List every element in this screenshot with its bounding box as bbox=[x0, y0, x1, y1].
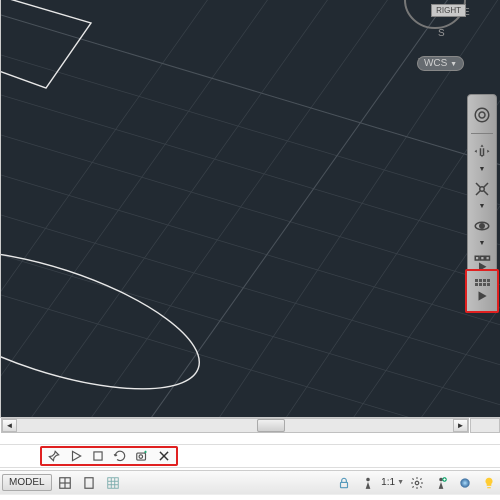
nav-wheel-button[interactable] bbox=[469, 100, 495, 130]
show-motion-play-button[interactable] bbox=[465, 269, 499, 313]
navigation-bar: ▼ ▼ ▼ bbox=[467, 94, 497, 284]
visual-styles-button[interactable] bbox=[454, 474, 476, 492]
wcs-badge[interactable]: WCS ▼ bbox=[417, 56, 464, 71]
scroll-thumb[interactable] bbox=[257, 419, 285, 432]
close-button[interactable] bbox=[156, 448, 172, 464]
horizontal-scrollbar[interactable]: ◄ ► bbox=[1, 418, 469, 433]
new-shot-button[interactable] bbox=[134, 448, 150, 464]
layout-page-button[interactable] bbox=[78, 474, 100, 492]
annotate-gear-button[interactable] bbox=[406, 474, 428, 492]
annotate-add-button[interactable] bbox=[430, 474, 452, 492]
grid-display-button[interactable] bbox=[102, 474, 124, 492]
pan-button[interactable] bbox=[469, 137, 495, 167]
scale-ratio-label[interactable]: 1:1 bbox=[381, 477, 395, 488]
annotate-scale-button[interactable] bbox=[357, 474, 379, 492]
status-bar: MODEL 1:1 ▼ bbox=[0, 470, 500, 494]
zoom-extents-button[interactable] bbox=[469, 174, 495, 204]
scrollbar-corner bbox=[470, 418, 500, 433]
constraints-button[interactable] bbox=[333, 474, 355, 492]
loop-button[interactable] bbox=[112, 448, 128, 464]
stop-button[interactable] bbox=[90, 448, 106, 464]
model-space-button[interactable]: MODEL bbox=[2, 474, 52, 491]
pin-button[interactable] bbox=[46, 448, 62, 464]
show-motion-toolbar bbox=[40, 446, 178, 466]
scroll-right-button[interactable]: ► bbox=[453, 419, 468, 432]
scroll-left-button[interactable]: ◄ bbox=[2, 419, 17, 432]
play-button[interactable] bbox=[68, 448, 84, 464]
drawing-canvas[interactable]: S E RIGHT WCS ▼ ▼ ▼ ▼ bbox=[0, 0, 500, 418]
bulb-button[interactable] bbox=[478, 474, 500, 492]
orbit-button[interactable] bbox=[469, 211, 495, 241]
layout-grid-button[interactable] bbox=[54, 474, 76, 492]
viewcube-face-label[interactable]: RIGHT bbox=[431, 4, 466, 17]
compass-s-label: S bbox=[438, 28, 445, 39]
